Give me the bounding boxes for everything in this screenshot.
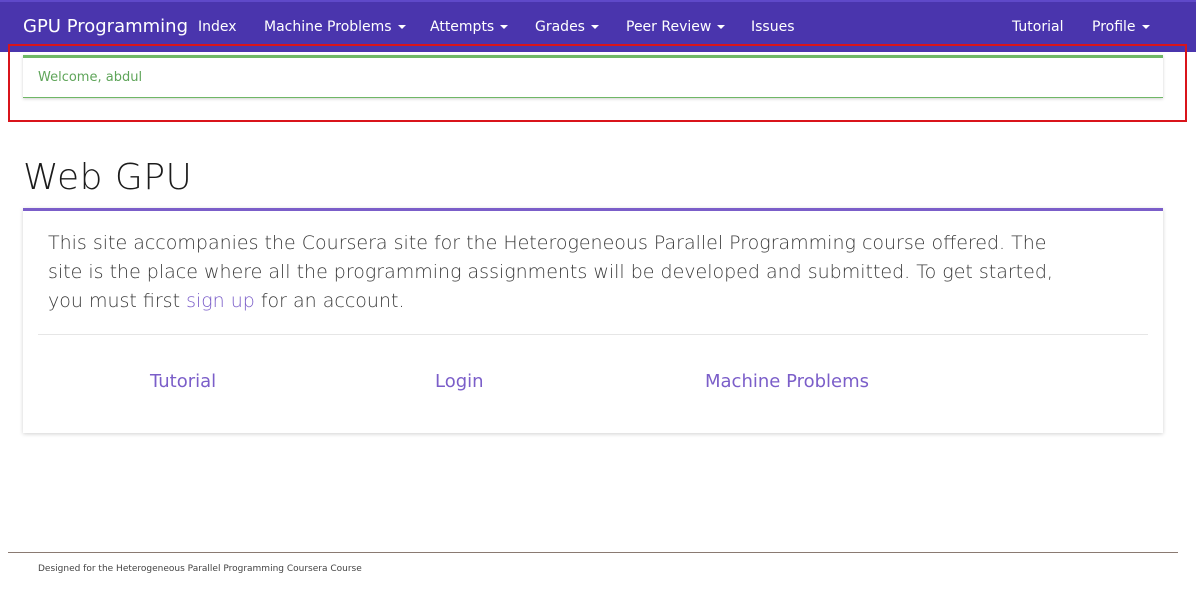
nav-profile[interactable]: Profile — [1092, 19, 1150, 35]
nav-tutorial-label: Tutorial — [1012, 19, 1064, 35]
chevron-down-icon — [500, 25, 509, 29]
nav-peer-review-label: Peer Review — [626, 19, 712, 35]
chevron-down-icon — [717, 25, 726, 29]
nav-grades-label: Grades — [535, 19, 585, 35]
footer-text: Designed for the Heterogeneous Parallel … — [38, 564, 362, 574]
nav-index[interactable]: Index — [198, 19, 237, 35]
nav-attempts[interactable]: Attempts — [430, 19, 509, 35]
nav-attempts-label: Attempts — [430, 19, 495, 35]
intro-panel: This site accompanies the Coursera site … — [23, 208, 1163, 433]
login-link[interactable]: Login — [435, 371, 484, 392]
brand-link[interactable]: GPU Programming — [23, 16, 188, 37]
welcome-message: Welcome, abdul — [38, 70, 143, 85]
machine-problems-link[interactable]: Machine Problems — [705, 371, 869, 392]
nav-grades[interactable]: Grades — [535, 19, 599, 35]
footer-divider — [8, 552, 1178, 553]
chevron-down-icon — [397, 25, 406, 29]
sign-up-link[interactable]: sign up — [186, 290, 255, 312]
nav-machine-problems-label: Machine Problems — [264, 19, 392, 35]
chevron-down-icon — [1141, 25, 1150, 29]
nav-index-label: Index — [198, 19, 237, 35]
intro-text: This site accompanies the Coursera site … — [48, 229, 1068, 316]
nav-tutorial[interactable]: Tutorial — [1012, 19, 1063, 35]
tutorial-link[interactable]: Tutorial — [150, 371, 216, 392]
nav-profile-label: Profile — [1092, 19, 1136, 35]
nav-issues[interactable]: Issues — [751, 19, 795, 35]
panel-divider — [38, 334, 1148, 335]
chevron-down-icon — [590, 25, 599, 29]
nav-issues-label: Issues — [751, 19, 795, 35]
welcome-alert: Welcome, abdul — [23, 55, 1163, 98]
intro-text-end: for an account. — [254, 290, 405, 312]
nav-peer-review[interactable]: Peer Review — [626, 19, 726, 35]
nav-machine-problems[interactable]: Machine Problems — [264, 19, 406, 35]
top-navbar: GPU Programming Index Machine Problems A… — [0, 0, 1196, 52]
page-title: Web GPU — [23, 157, 193, 198]
